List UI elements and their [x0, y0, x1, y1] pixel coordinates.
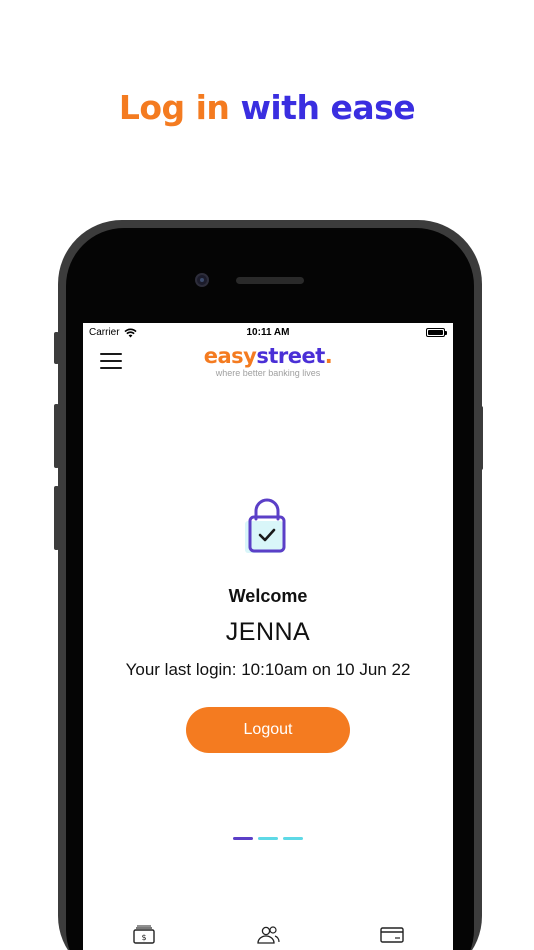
- last-login-text: Your last login: 10:10am on 10 Jun 22: [125, 660, 411, 679]
- logo-easy: easy: [203, 344, 257, 368]
- phone-volume-down: [54, 486, 59, 550]
- phone-mute-switch: [54, 332, 59, 364]
- cash-icon[interactable]: $: [131, 925, 157, 945]
- page-indicator: [233, 837, 303, 840]
- phone-power-button: [478, 406, 483, 470]
- logo-tagline: where better banking lives: [215, 368, 321, 378]
- logo-street: street: [256, 344, 325, 368]
- svg-text:$: $: [141, 933, 146, 942]
- status-time: 10:11 AM: [246, 327, 290, 338]
- speaker-grille: [236, 277, 304, 284]
- easystreet-logo: easystreet. where better banking lives: [83, 343, 453, 378]
- phone-volume-up: [54, 404, 59, 468]
- status-bar: Carrier 10:11 AM: [83, 323, 453, 343]
- battery-icon: [426, 328, 447, 337]
- logout-button[interactable]: Logout: [186, 707, 350, 753]
- tab-bar: $: [83, 923, 453, 950]
- phone-screen: Carrier 10:11 AM easystreet. where bette…: [83, 323, 453, 950]
- card-icon[interactable]: [379, 925, 405, 945]
- camera-icon: [195, 273, 209, 287]
- headline-part-1: Log in: [118, 88, 230, 127]
- page-dot-2[interactable]: [258, 837, 278, 840]
- headline-part-2: with ease: [240, 88, 416, 127]
- users-icon[interactable]: [255, 925, 281, 945]
- page-dot-3[interactable]: [283, 837, 303, 840]
- username: JENNA: [225, 618, 311, 646]
- lock-check-icon: [243, 497, 293, 557]
- app-header: easystreet. where better banking lives: [83, 343, 453, 383]
- headline: Log in with ease: [0, 88, 534, 127]
- welcome-heading: Welcome: [228, 586, 308, 606]
- logo-dot: .: [324, 344, 333, 368]
- page-dot-1[interactable]: [233, 837, 253, 840]
